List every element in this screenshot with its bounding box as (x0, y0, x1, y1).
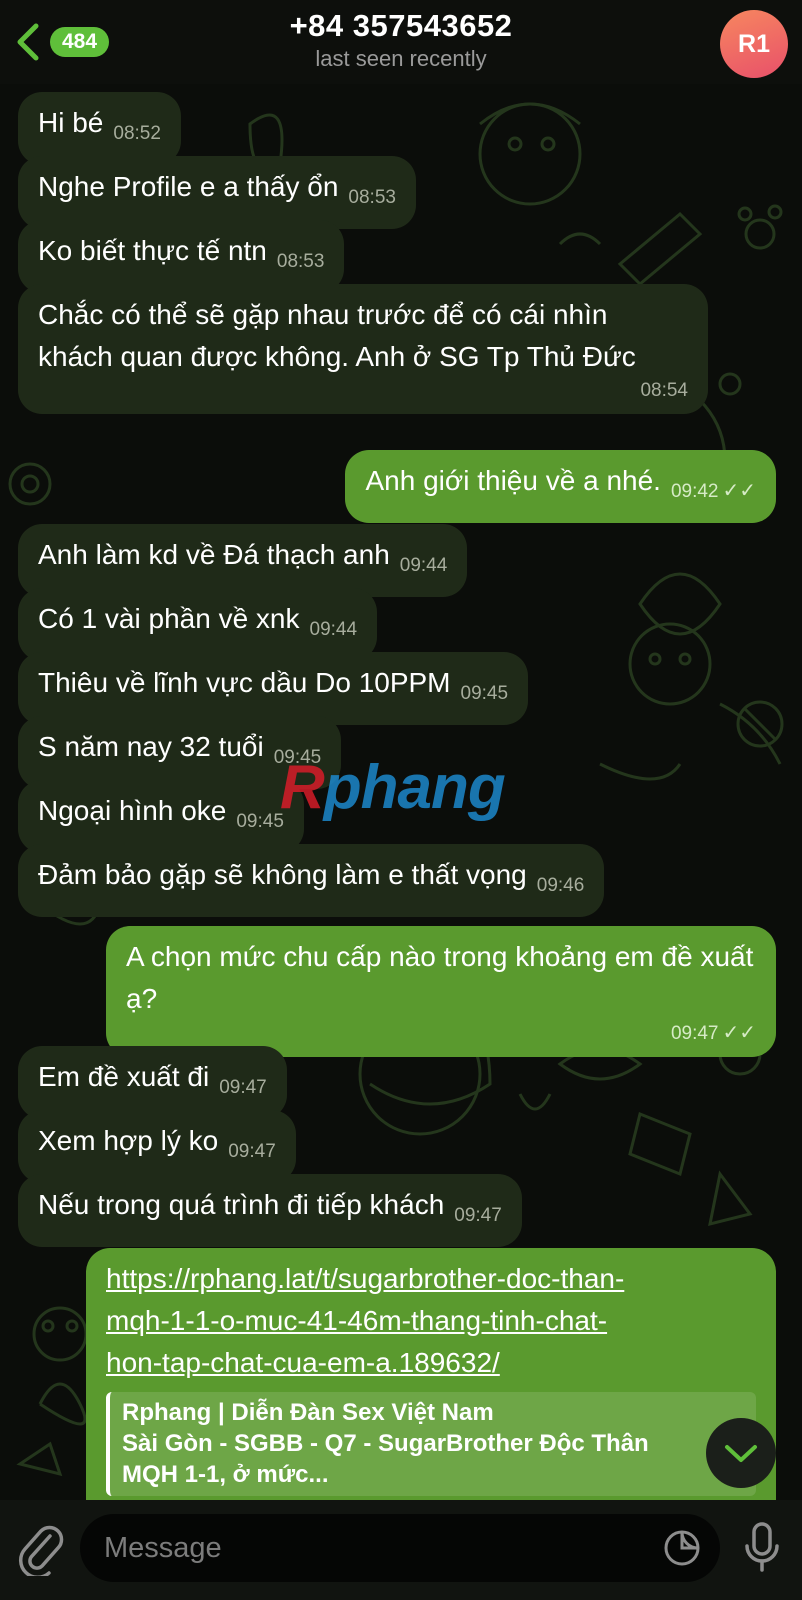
message-time: 09:44 (309, 619, 358, 640)
message-time: 08:53 (348, 187, 396, 208)
message-bubble[interactable]: Em đề xuất đi 09:47 (18, 1046, 287, 1119)
message-text: Xem hợp lý ko (38, 1125, 219, 1156)
message-time: 09:42 ✓✓ (670, 480, 756, 502)
link-message-outgoing[interactable]: https://rphang.lat/t/sugarbrother-doc-th… (86, 1248, 776, 1500)
message-time: 09:47 (454, 1205, 502, 1226)
read-checkmarks-icon: ✓✓ (722, 1022, 756, 1044)
message-text: Có 1 vài phần về xnk (38, 603, 300, 634)
message-text: Đảm bảo gặp sẽ không làm e thất vọng (38, 859, 527, 890)
message-text: Em đề xuất đi (38, 1061, 210, 1092)
message-text: Nghe Profile e a thấy ổn (38, 171, 339, 202)
message-bubble[interactable]: Đảm bảo gặp sẽ không làm e thất vọng 09:4… (18, 844, 605, 917)
link-preview-site: Rphang | Diễn Đàn Sex Việt Nam (122, 1399, 494, 1426)
message-bubble[interactable]: Nghe Profile e a thấy ổn 08:53 (18, 156, 416, 229)
message-bubble-outgoing[interactable]: A chọn mức chu cấp nào trong khoảng em đ… (106, 926, 776, 1057)
message-time: 08:52 (113, 123, 161, 144)
message-time: 09:45 (460, 683, 509, 704)
message-text: A chọn mức chu cấp nào trong khoảng em đ… (126, 941, 754, 1014)
message-text: Anh làm kd về Đá thạch anh (38, 539, 390, 570)
sticker-icon[interactable] (662, 1528, 702, 1568)
message-bubble[interactable]: Chắc có thể sẽ gặp nhau trước để có cái … (18, 284, 708, 414)
watermark-logo: Rphang (280, 753, 506, 822)
chat-header: 484 +84 357543652 last seen recently R1 (0, 0, 802, 84)
message-input[interactable] (80, 1514, 720, 1582)
message-bubble[interactable]: Anh làm kd về Đá thạch anh 09:44 (18, 524, 468, 597)
link-preview-title: Sài Gòn - SGBB - Q7 - SugarBrother Độc T… (122, 1430, 649, 1488)
message-bubble[interactable]: Có 1 vài phần về xnk 09:44 (18, 588, 378, 661)
message-time: 09:45 (236, 811, 284, 832)
message-bubble[interactable]: Hi bé 08:52 (18, 92, 181, 165)
message-link[interactable]: https://rphang.lat/t/sugarbrother-doc-th… (106, 1263, 624, 1378)
read-checkmarks-icon: ✓✓ (722, 480, 756, 502)
message-text: S năm nay 32 tuổi (38, 731, 264, 762)
link-preview[interactable]: Rphang | Diễn Đàn Sex Việt Nam Sài Gòn -… (106, 1392, 756, 1496)
message-time: 08:53 (276, 251, 325, 272)
message-text: Ko biết thực tế ntn (38, 235, 267, 266)
message-bubble[interactable]: Thiêu về lĩnh vực dầu Do 10PPM 09:45 (18, 652, 529, 725)
message-time: 09:44 (399, 555, 448, 576)
message-time: 09:46 (536, 875, 585, 896)
message-text: Nếu trong quá trình đi tiếp khách (38, 1189, 445, 1220)
message-text: Hi bé (38, 107, 104, 138)
message-time: 08:54 (640, 380, 688, 401)
message-bubble[interactable]: Ko biết thực tế ntn 08:53 (18, 220, 345, 293)
message-input-container (80, 1514, 720, 1582)
message-text: Thiêu về lĩnh vực dầu Do 10PPM (38, 667, 451, 698)
message-bubble[interactable]: Nếu trong quá trình đi tiếp khách 09:47 (18, 1174, 522, 1247)
avatar[interactable]: R1 (720, 10, 788, 78)
microphone-icon[interactable] (740, 1520, 784, 1576)
message-bubble[interactable]: Ngoại hình oke 09:45 (18, 780, 304, 853)
message-time: 09:47 (219, 1077, 267, 1098)
message-bubble-outgoing[interactable]: Anh giới thiệu về a nhé. 09:42 ✓✓ (345, 450, 776, 523)
message-text: Chắc có thể sẽ gặp nhau trước để có cái … (38, 299, 636, 372)
message-text: Ngoại hình oke (38, 795, 227, 826)
message-bubble[interactable]: Xem hợp lý ko 09:47 (18, 1110, 296, 1183)
contact-status: last seen recently (315, 46, 487, 71)
scroll-down-button[interactable] (706, 1418, 776, 1488)
message-time: 09:47 (228, 1141, 276, 1162)
contact-name[interactable]: +84 357543652 (0, 8, 802, 44)
composer-bar (0, 1500, 802, 1600)
paperclip-icon[interactable] (18, 1524, 66, 1576)
chevron-down-icon (725, 1445, 757, 1462)
message-text: Anh giới thiệu về a nhé. (365, 465, 661, 496)
message-time: 09:47 ✓✓ (670, 1022, 756, 1044)
